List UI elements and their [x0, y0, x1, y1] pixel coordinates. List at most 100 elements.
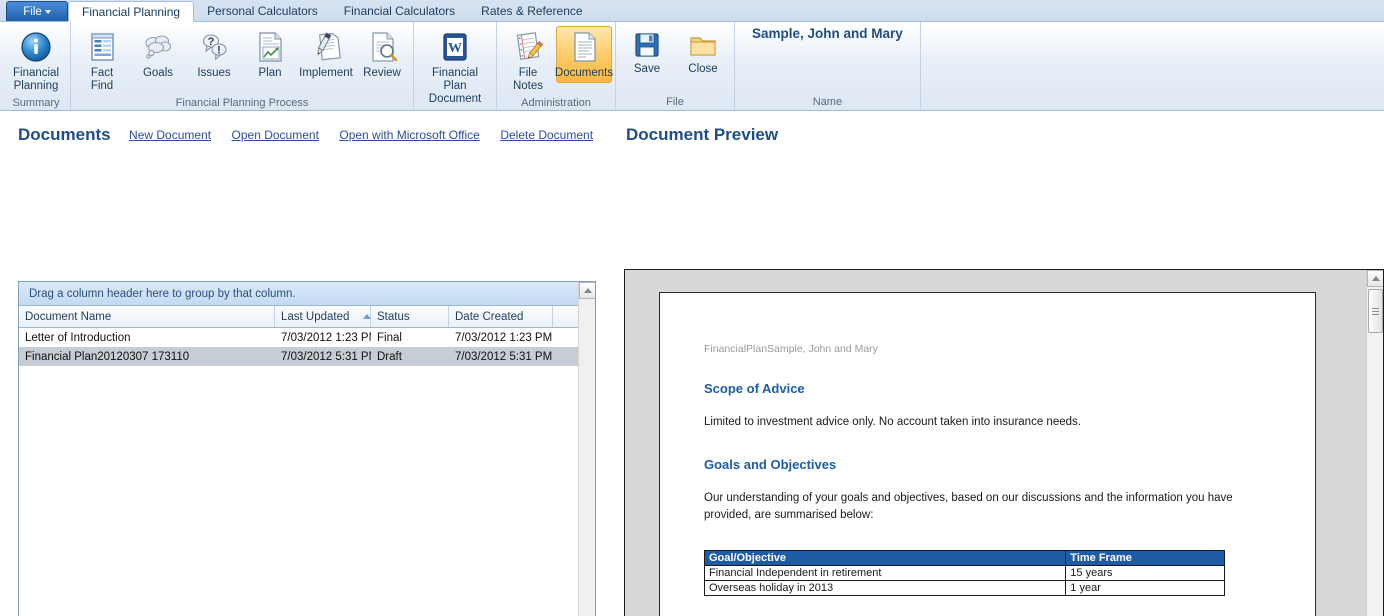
- scroll-up-button[interactable]: [579, 282, 595, 299]
- tab-label: Financial Planning: [82, 4, 181, 19]
- save-label: Save: [633, 63, 661, 75]
- ribbon-group-file: Save Close File: [615, 22, 734, 110]
- section-paragraph-scope-of-advice: Limited to investment advice only. No ac…: [704, 416, 1081, 428]
- grid-vertical-scrollbar[interactable]: [578, 282, 595, 616]
- document-icon: [567, 30, 601, 64]
- goals-label: Goals: [142, 67, 174, 79]
- form-list-icon: [85, 30, 119, 64]
- column-header-document-name[interactable]: Document Name: [19, 306, 275, 327]
- grip-line: [1372, 307, 1379, 309]
- open-document-link[interactable]: Open Document: [232, 128, 319, 142]
- page-title: Documents: [18, 125, 111, 144]
- save-button[interactable]: Save: [619, 26, 675, 79]
- ribbon-group-summary: Financial Planning Summary: [2, 22, 70, 110]
- grid-header-row: Document Name Last Updated Status Date C…: [19, 306, 595, 328]
- new-document-link[interactable]: New Document: [129, 128, 211, 142]
- close-button[interactable]: Close: [675, 26, 731, 79]
- preview-title: Document Preview: [626, 125, 779, 144]
- financial-plan-document-button[interactable]: W Financial Plan Document: [417, 26, 493, 109]
- implement-button[interactable]: Implement: [298, 26, 354, 83]
- floppy-disk-icon: [632, 30, 662, 60]
- document-magnifier-icon: [365, 30, 399, 64]
- tab-financial-calculators[interactable]: Financial Calculators: [331, 0, 468, 21]
- fact-find-button[interactable]: Fact Find: [74, 26, 130, 96]
- ribbon-group-label: Financial Planning Process: [175, 97, 309, 109]
- client-name: Sample, John and Mary: [752, 26, 903, 41]
- document-preview-pane: Document Preview FinancialPlanSample, Jo…: [612, 111, 1384, 616]
- ribbon-group-report: W Financial Plan Document Report: [413, 22, 496, 122]
- issues-button[interactable]: ? ! Issues: [186, 26, 242, 83]
- file-notes-label: File Notes: [512, 67, 544, 92]
- tab-personal-calculators[interactable]: Personal Calculators: [194, 0, 331, 21]
- file-tab-label: File: [23, 5, 42, 18]
- ribbon-group-financial-planning-process: Fact Find Goals ? ! Issues Plan Implemen…: [70, 22, 413, 110]
- cell-date-created: 7/03/2012 5:31 PM: [455, 350, 553, 363]
- issues-label: Issues: [197, 67, 231, 79]
- plan-button[interactable]: Plan: [242, 26, 298, 83]
- goals-objectives-table: Goal/Objective Time Frame Financial Inde…: [703, 550, 1225, 596]
- question-exclamation-bubble-icon: ? !: [197, 30, 231, 64]
- documents-button[interactable]: Documents: [554, 26, 614, 83]
- cell-goal: Overseas holiday in 2013: [703, 580, 1067, 596]
- section-heading-scope-of-advice: Scope of Advice: [704, 381, 805, 396]
- cell-last-updated: 7/03/2012 5:31 PM: [281, 350, 371, 363]
- document-header-text: FinancialPlanSample, John and Mary: [704, 343, 878, 355]
- documents-grid: Drag a column header here to group by th…: [18, 281, 596, 616]
- svg-text:?: ?: [208, 36, 215, 48]
- table-row: Overseas holiday in 2013 1 year: [703, 580, 1225, 596]
- review-button[interactable]: Review: [354, 26, 410, 83]
- ribbon-group-name: Sample, John and Mary Name: [734, 22, 920, 110]
- cell-document-name: Letter of Introduction: [25, 331, 131, 344]
- file-tab[interactable]: File: [6, 1, 68, 21]
- financial-planning-button[interactable]: Financial Planning: [5, 26, 67, 96]
- column-header-date-created[interactable]: Date Created: [449, 306, 553, 327]
- grid-group-hint[interactable]: Drag a column header here to group by th…: [19, 282, 595, 306]
- sort-ascending-icon: [363, 314, 370, 319]
- cell-status: Draft: [377, 350, 402, 363]
- goals-button[interactable]: Goals: [130, 26, 186, 83]
- preview-canvas: FinancialPlanSample, John and Mary Scope…: [625, 270, 1366, 616]
- tab-rates-reference[interactable]: Rates & Reference: [468, 0, 595, 21]
- cell-last-updated: 7/03/2012 1:23 PM: [281, 331, 371, 344]
- document-chart-icon: [253, 30, 287, 64]
- cell-time-frame: 15 years: [1065, 565, 1225, 581]
- table-row[interactable]: Financial Plan20120307 173110 7/03/2012 …: [19, 347, 595, 366]
- grip-line: [1372, 310, 1379, 312]
- preview-frame: FinancialPlanSample, John and Mary Scope…: [624, 269, 1384, 616]
- header-goal-objective: Goal/Objective: [703, 550, 1067, 566]
- preview-vertical-scrollbar[interactable]: [1366, 270, 1383, 616]
- triangle-up-icon: [1371, 276, 1380, 281]
- cell-goal: Financial Independent in retirement: [703, 565, 1067, 581]
- open-with-microsoft-office-link[interactable]: Open with Microsoft Office: [339, 128, 480, 142]
- ribbon-group-label: Name: [812, 96, 843, 108]
- section-paragraph-goals-and-objectives: Our understanding of your goals and obje…: [704, 492, 1233, 521]
- ribbon-empty-space: [919, 22, 1384, 110]
- cell-document-name: Financial Plan20120307 173110: [25, 350, 190, 363]
- svg-text:!: !: [217, 45, 221, 57]
- delete-document-link[interactable]: Delete Document: [500, 128, 593, 142]
- documents-label: Documents: [554, 67, 614, 79]
- ribbon-group-label: File: [666, 96, 684, 108]
- preview-scrollbar-thumb[interactable]: [1368, 289, 1383, 333]
- ribbon-group-label: Summary: [12, 97, 60, 109]
- review-label: Review: [363, 67, 401, 79]
- close-label: Close: [688, 63, 718, 75]
- table-row[interactable]: Letter of Introduction 7/03/2012 1:23 PM…: [19, 328, 595, 347]
- table-header-row: Goal/Objective Time Frame: [703, 550, 1225, 566]
- preview-scroll-up-button[interactable]: [1367, 270, 1383, 287]
- column-header-last-updated[interactable]: Last Updated: [275, 306, 371, 327]
- cell-status: Final: [377, 331, 402, 344]
- info-circle-icon: [19, 30, 53, 64]
- file-notes-button[interactable]: File Notes: [500, 26, 556, 96]
- ribbon-group-label: Administration: [521, 97, 591, 109]
- cell-date-created: 7/03/2012 1:23 PM: [455, 331, 553, 344]
- plan-label: Plan: [258, 67, 282, 79]
- tab-label: Personal Calculators: [207, 3, 318, 18]
- triangle-up-icon: [583, 288, 592, 293]
- tab-label: Financial Calculators: [343, 3, 456, 18]
- column-header-status[interactable]: Status: [371, 306, 449, 327]
- tab-label: Rates & Reference: [481, 3, 583, 18]
- fact-find-label: Fact Find: [90, 67, 114, 92]
- tab-financial-planning[interactable]: Financial Planning: [68, 1, 195, 22]
- document-actions: New Document Open Document Open with Mic…: [129, 126, 609, 144]
